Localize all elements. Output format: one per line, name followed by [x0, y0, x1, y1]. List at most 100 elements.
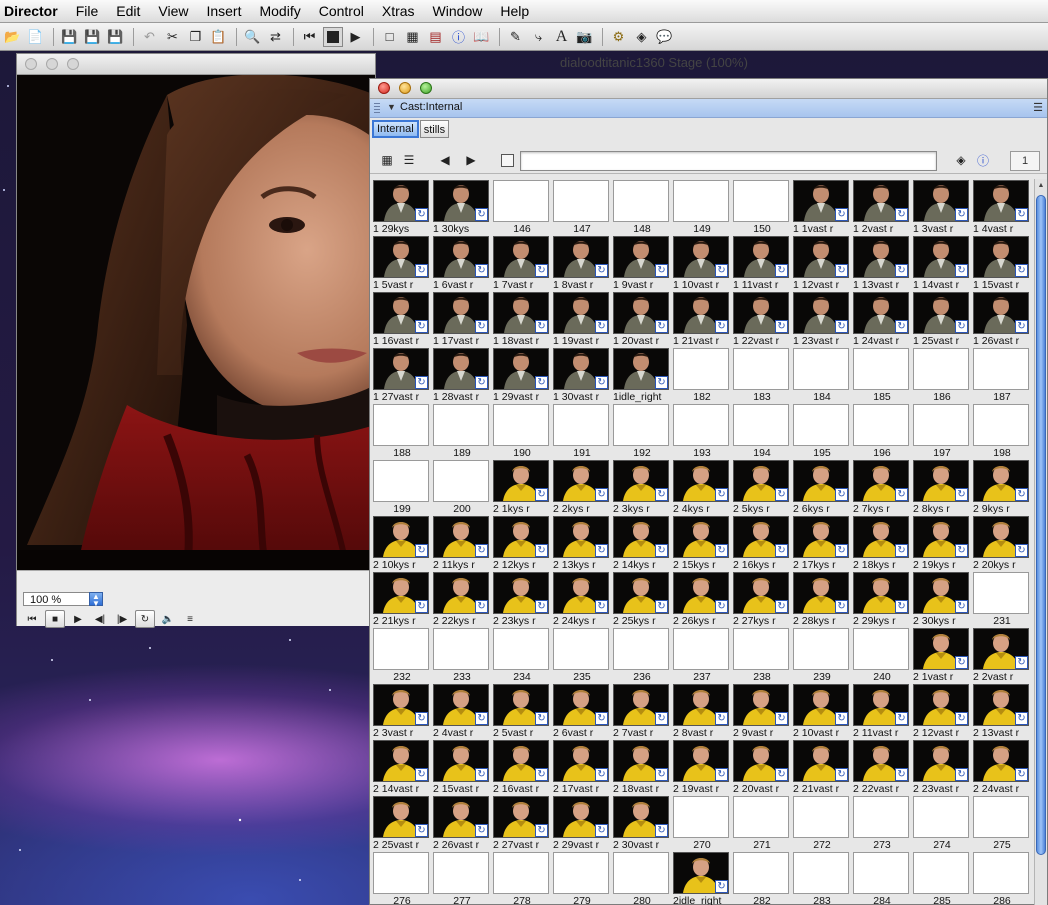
- cast-member-cell[interactable]: ↻ 2 20kys r: [972, 515, 1032, 571]
- cast-member-cell[interactable]: 282: [732, 851, 792, 905]
- menu-file[interactable]: File: [67, 0, 108, 22]
- cast-member-thumbnail[interactable]: ↻: [853, 684, 909, 726]
- cast-member-cell[interactable]: ↻ 1 29kys: [372, 179, 432, 235]
- paste-icon[interactable]: 📋: [208, 27, 229, 47]
- cast-member-thumbnail[interactable]: ↻: [373, 796, 429, 838]
- cast-member-thumbnail[interactable]: ↻: [733, 684, 789, 726]
- cast-member-cell[interactable]: 191: [552, 403, 612, 459]
- cast-member-cell[interactable]: 285: [912, 851, 972, 905]
- cast-member-thumbnail[interactable]: ↻: [853, 180, 909, 222]
- cast-member-thumbnail[interactable]: ↻: [613, 236, 669, 278]
- cast-member-cell[interactable]: 237: [672, 627, 732, 683]
- cast-member-thumbnail[interactable]: ↻: [373, 684, 429, 726]
- empty-cast-slot[interactable]: [673, 796, 729, 838]
- cast-member-cell[interactable]: ↻ 2 25kys r: [612, 571, 672, 627]
- cast-member-cell[interactable]: 184: [792, 347, 852, 403]
- cast-member-cell[interactable]: 274: [912, 795, 972, 851]
- cast-member-thumbnail[interactable]: ↻: [913, 180, 969, 222]
- cast-member-cell[interactable]: 182: [672, 347, 732, 403]
- cast-member-cell[interactable]: ↻ 2 24kys r: [552, 571, 612, 627]
- menu-director[interactable]: Director: [0, 0, 67, 22]
- cast-member-thumbnail[interactable]: ↻: [673, 292, 729, 334]
- cast-member-cell[interactable]: ↻ 1 13vast r: [852, 235, 912, 291]
- cast-member-cell[interactable]: ↻ 2 11vast r: [852, 683, 912, 739]
- cast-member-thumbnail[interactable]: ↻: [793, 292, 849, 334]
- empty-cast-slot[interactable]: [973, 796, 1029, 838]
- step-back-icon[interactable]: ◀|: [91, 611, 109, 627]
- cast-member-thumbnail[interactable]: ↻: [373, 348, 429, 390]
- cast-member-cell[interactable]: 286: [972, 851, 1032, 905]
- cast-member-cell[interactable]: ↻ 1 16vast r: [372, 291, 432, 347]
- rewind-icon[interactable]: ⏮: [299, 27, 320, 47]
- cast-member-thumbnail[interactable]: ↻: [373, 572, 429, 614]
- save-icon[interactable]: 💾: [59, 27, 80, 47]
- cast-member-cell[interactable]: ↻ 1 15vast r: [972, 235, 1032, 291]
- empty-cast-slot[interactable]: [493, 852, 549, 894]
- cast-member-cell[interactable]: 270: [672, 795, 732, 851]
- empty-cast-slot[interactable]: [613, 628, 669, 670]
- cast-member-cell[interactable]: ↻ 1 5vast r: [372, 235, 432, 291]
- previous-member-icon[interactable]: ◀: [436, 152, 454, 168]
- cast-member-cell[interactable]: ↻ 2 16kys r: [732, 515, 792, 571]
- empty-cast-slot[interactable]: [493, 628, 549, 670]
- cast-member-cell[interactable]: ↻ 2 3kys r: [612, 459, 672, 515]
- empty-cast-slot[interactable]: [853, 796, 909, 838]
- cast-member-thumbnail[interactable]: ↻: [433, 516, 489, 558]
- empty-cast-slot[interactable]: [913, 404, 969, 446]
- empty-cast-slot[interactable]: [493, 180, 549, 222]
- cast-member-thumbnail[interactable]: ↻: [973, 180, 1029, 222]
- cast-member-thumbnail[interactable]: ↻: [793, 572, 849, 614]
- properties-icon[interactable]: ◈: [631, 27, 652, 47]
- cast-member-cell[interactable]: ↻ 1 27vast r: [372, 347, 432, 403]
- cast-member-cell[interactable]: ↻ 1 11vast r: [732, 235, 792, 291]
- cast-member-cell[interactable]: ↻ 2 14kys r: [612, 515, 672, 571]
- cast-member-cell[interactable]: ↻ 2 19kys r: [912, 515, 972, 571]
- cast-member-cell[interactable]: ↻ 2 2kys r: [552, 459, 612, 515]
- cast-member-cell[interactable]: 239: [792, 627, 852, 683]
- cast-member-cell[interactable]: ↻ 2 8kys r: [912, 459, 972, 515]
- cast-member-cell[interactable]: 276: [372, 851, 432, 905]
- cast-member-cell[interactable]: ↻ 2 7kys r: [852, 459, 912, 515]
- cast-member-cell[interactable]: ↻ 2 12vast r: [912, 683, 972, 739]
- cast-member-thumbnail[interactable]: ↻: [733, 516, 789, 558]
- empty-cast-slot[interactable]: [613, 404, 669, 446]
- cast-member-thumbnail[interactable]: ↻: [493, 796, 549, 838]
- cast-member-cell[interactable]: ↻ 2 21kys r: [372, 571, 432, 627]
- cast-member-cell[interactable]: 149: [672, 179, 732, 235]
- cast-member-thumbnail[interactable]: ↻: [973, 292, 1029, 334]
- cast-member-cell[interactable]: ↻ 2 18vast r: [612, 739, 672, 795]
- empty-cast-slot[interactable]: [853, 404, 909, 446]
- cast-member-thumbnail[interactable]: ↻: [553, 292, 609, 334]
- cast-member-thumbnail[interactable]: ↻: [493, 348, 549, 390]
- play-icon[interactable]: ▶: [69, 611, 87, 627]
- empty-cast-slot[interactable]: [733, 628, 789, 670]
- cast-member-thumbnail[interactable]: ↻: [853, 572, 909, 614]
- empty-cast-slot[interactable]: [433, 852, 489, 894]
- close-icon[interactable]: [25, 58, 37, 70]
- menu-xtras[interactable]: Xtras: [373, 0, 424, 22]
- cast-member-cell[interactable]: ↻ 2 3vast r: [372, 683, 432, 739]
- empty-cast-slot[interactable]: [733, 348, 789, 390]
- cast-member-cell[interactable]: ↻ 2 22vast r: [852, 739, 912, 795]
- cast-member-thumbnail[interactable]: ↻: [973, 740, 1029, 782]
- cast-member-thumbnail[interactable]: ↻: [493, 516, 549, 558]
- cast-member-thumbnail[interactable]: ↻: [613, 796, 669, 838]
- cast-member-thumbnail[interactable]: ↻: [373, 180, 429, 222]
- cast-member-cell[interactable]: ↻ 2 26vast r: [432, 795, 492, 851]
- empty-cast-slot[interactable]: [673, 348, 729, 390]
- cast-member-thumbnail[interactable]: ↻: [673, 852, 729, 894]
- behavior-icon[interactable]: ⚙: [608, 27, 629, 47]
- cast-member-cell[interactable]: ↻ 1 21vast r: [672, 291, 732, 347]
- cast-member-thumbnail[interactable]: ↻: [733, 572, 789, 614]
- cast-member-thumbnail[interactable]: ↻: [553, 796, 609, 838]
- vector-icon[interactable]: ⤷: [528, 27, 549, 47]
- empty-cast-slot[interactable]: [613, 180, 669, 222]
- cast-member-thumbnail[interactable]: ↻: [553, 740, 609, 782]
- cast-icon[interactable]: ▦: [402, 27, 423, 47]
- cast-member-cell[interactable]: ↻ 2 9kys r: [972, 459, 1032, 515]
- cast-scrollbar[interactable]: ▲: [1034, 179, 1047, 905]
- cast-member-thumbnail[interactable]: ↻: [913, 292, 969, 334]
- cast-member-cell[interactable]: 197: [912, 403, 972, 459]
- cast-member-cell[interactable]: 240: [852, 627, 912, 683]
- cast-member-thumbnail[interactable]: ↻: [793, 180, 849, 222]
